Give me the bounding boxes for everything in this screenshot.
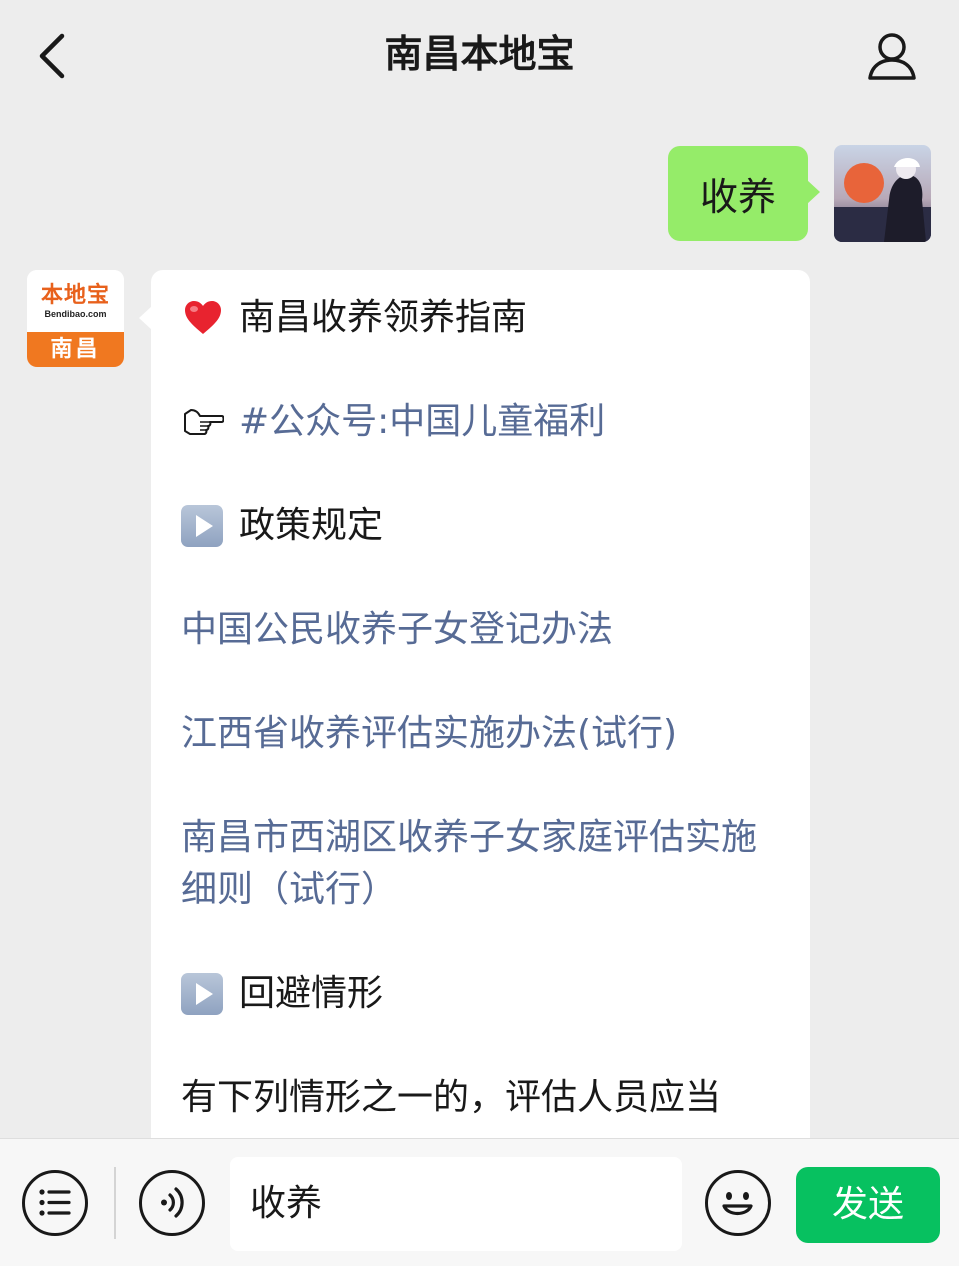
user-message-text: 收养 [699, 175, 776, 219]
user-avatar[interactable] [834, 145, 931, 242]
logo: 本地宝 Bendibao.com [27, 270, 124, 332]
bot-message-content: 南昌收养领养指南 #公众号:中国儿童福利 政策规定 中国公民收养子女登记办法 江… [181, 292, 791, 1150]
avoid-section-line: 回避情形 [181, 968, 791, 1020]
message-input[interactable]: 收养 [230, 1157, 682, 1251]
voice-button[interactable] [139, 1170, 205, 1236]
policy-section-title: 政策规定 [239, 505, 384, 546]
user-message-bubble: 收养 [668, 146, 820, 241]
bot-message-bubble: 南昌收养领养指南 #公众号:中国儿童福利 政策规定 中国公民收养子女登记办法 江… [139, 270, 810, 1150]
emoji-button[interactable] [705, 1170, 771, 1236]
pointing-hand-icon [181, 400, 225, 444]
avoid-section-title: 回避情形 [239, 973, 384, 1014]
logo-city-text: 南昌 [27, 332, 124, 367]
person-icon [868, 33, 916, 80]
policy-link-2[interactable]: 江西省收养评估实施办法(试行) [181, 708, 791, 760]
body-text: 有下列情形之一的，评估人员应当 [181, 1077, 722, 1118]
toolbar-divider [114, 1167, 116, 1239]
list-menu-icon [39, 1189, 71, 1216]
chat-header: 南昌本地宝 [0, 0, 959, 112]
account-link-line[interactable]: #公众号:中国儿童福利 [181, 396, 791, 448]
logo-sub-text: Bendibao.com [44, 309, 107, 319]
policy-section-line: 政策规定 [181, 500, 791, 552]
send-button[interactable]: 发送 [796, 1167, 940, 1243]
policy-link-3[interactable]: 南昌市西湖区收养子女家庭评估实施细则（试行） [181, 812, 791, 916]
voice-icon [161, 1187, 184, 1218]
profile-button[interactable] [864, 28, 920, 84]
play-button-icon [181, 973, 223, 1015]
play-button-icon [181, 505, 223, 547]
bot-avatar[interactable]: 本地宝 Bendibao.com 南昌 [27, 270, 124, 367]
input-toolbar: 收养 发送 [0, 1138, 959, 1266]
policy-link-1[interactable]: 中国公民收养子女登记办法 [181, 604, 791, 656]
guide-title: 南昌收养领养指南 [239, 297, 528, 338]
heart-icon [181, 296, 225, 340]
menu-button[interactable] [22, 1170, 88, 1236]
chat-title: 南昌本地宝 [384, 32, 575, 76]
guide-title-line: 南昌收养领养指南 [181, 292, 791, 344]
account-link[interactable]: #公众号:中国儿童福利 [239, 396, 605, 448]
avatar-image [834, 145, 931, 242]
logo-main-text: 本地宝 [40, 282, 110, 308]
smiley-icon [722, 1192, 753, 1216]
